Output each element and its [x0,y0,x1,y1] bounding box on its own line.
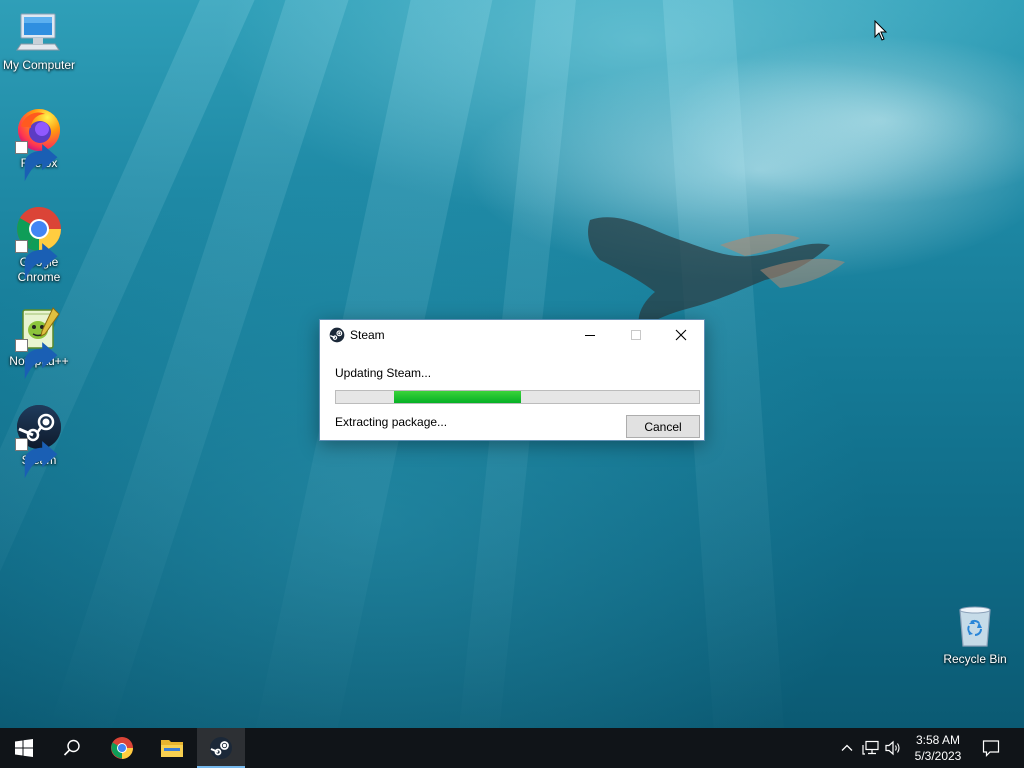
clock-time: 3:58 AM [915,733,961,747]
notification-icon [982,740,1000,757]
cancel-button[interactable]: Cancel [626,415,700,438]
shortcut-arrow-icon [15,339,58,380]
close-icon [675,329,687,341]
maximize-button [613,320,659,350]
shortcut-arrow-icon [15,438,58,479]
desktop: My Computer Chrome Recycle Bin Steam Upd… [0,0,1024,728]
system-clock[interactable]: 3:58 AM 5/3/2023 [906,732,970,764]
minimize-icon [585,335,595,336]
shortcut-arrow-icon [15,240,58,281]
taskbar: 3:58 AM 5/3/2023 [0,728,1024,768]
clock-date: 5/3/2023 [914,749,962,763]
desktop-icon-my-computer[interactable]: My Computer [1,8,77,73]
steam-icon [329,327,345,343]
search-icon [63,739,80,756]
notification-center-button[interactable] [982,739,1000,757]
desktop-icon-notepad-plus-plus[interactable]: Notepad++ [1,304,77,380]
desktop-icon-label: My Computer [2,58,76,72]
folder-icon [161,740,183,757]
recycle-bin-icon [959,606,991,647]
update-progress-fill [394,391,521,403]
minimize-button[interactable] [567,320,613,350]
taskbar-file-explorer-button[interactable] [148,728,196,768]
desktop-icon-google-chrome[interactable]: Google Chrome [1,205,77,285]
close-button[interactable] [658,320,704,350]
desktop-icon-steam[interactable]: Steam [1,403,77,479]
network-button[interactable] [862,739,880,757]
computer-icon [16,13,60,51]
update-detail-text: Extracting package... [335,415,448,429]
volume-button[interactable] [885,739,903,757]
taskbar-steam-button[interactable] [197,728,245,768]
maximize-icon [631,330,641,340]
update-progress-bar [335,390,700,404]
steam-icon [210,737,232,759]
chevron-up-icon [841,744,853,751]
start-button[interactable] [0,728,48,768]
desktop-icon-firefox[interactable]: Firefox [1,106,77,182]
desktop-icon-recycle-bin[interactable]: Recycle Bin [937,602,1013,667]
show-hidden-icons-button[interactable] [838,739,856,757]
shortcut-arrow-icon [15,141,58,182]
volume-icon [885,740,900,756]
update-status-text: Updating Steam... [335,366,432,380]
mouse-cursor-icon [874,20,888,41]
steam-update-dialog: Steam Updating Steam... Extracting packa… [319,319,705,441]
search-button[interactable] [48,728,96,768]
chrome-icon [111,737,133,759]
desktop-icon-label: Recycle Bin [943,652,1007,666]
dialog-titlebar[interactable]: Steam [320,320,704,350]
windows-logo-icon [15,739,33,757]
dialog-title: Steam [350,328,385,342]
taskbar-chrome-button[interactable] [98,728,146,768]
network-icon [862,740,879,755]
